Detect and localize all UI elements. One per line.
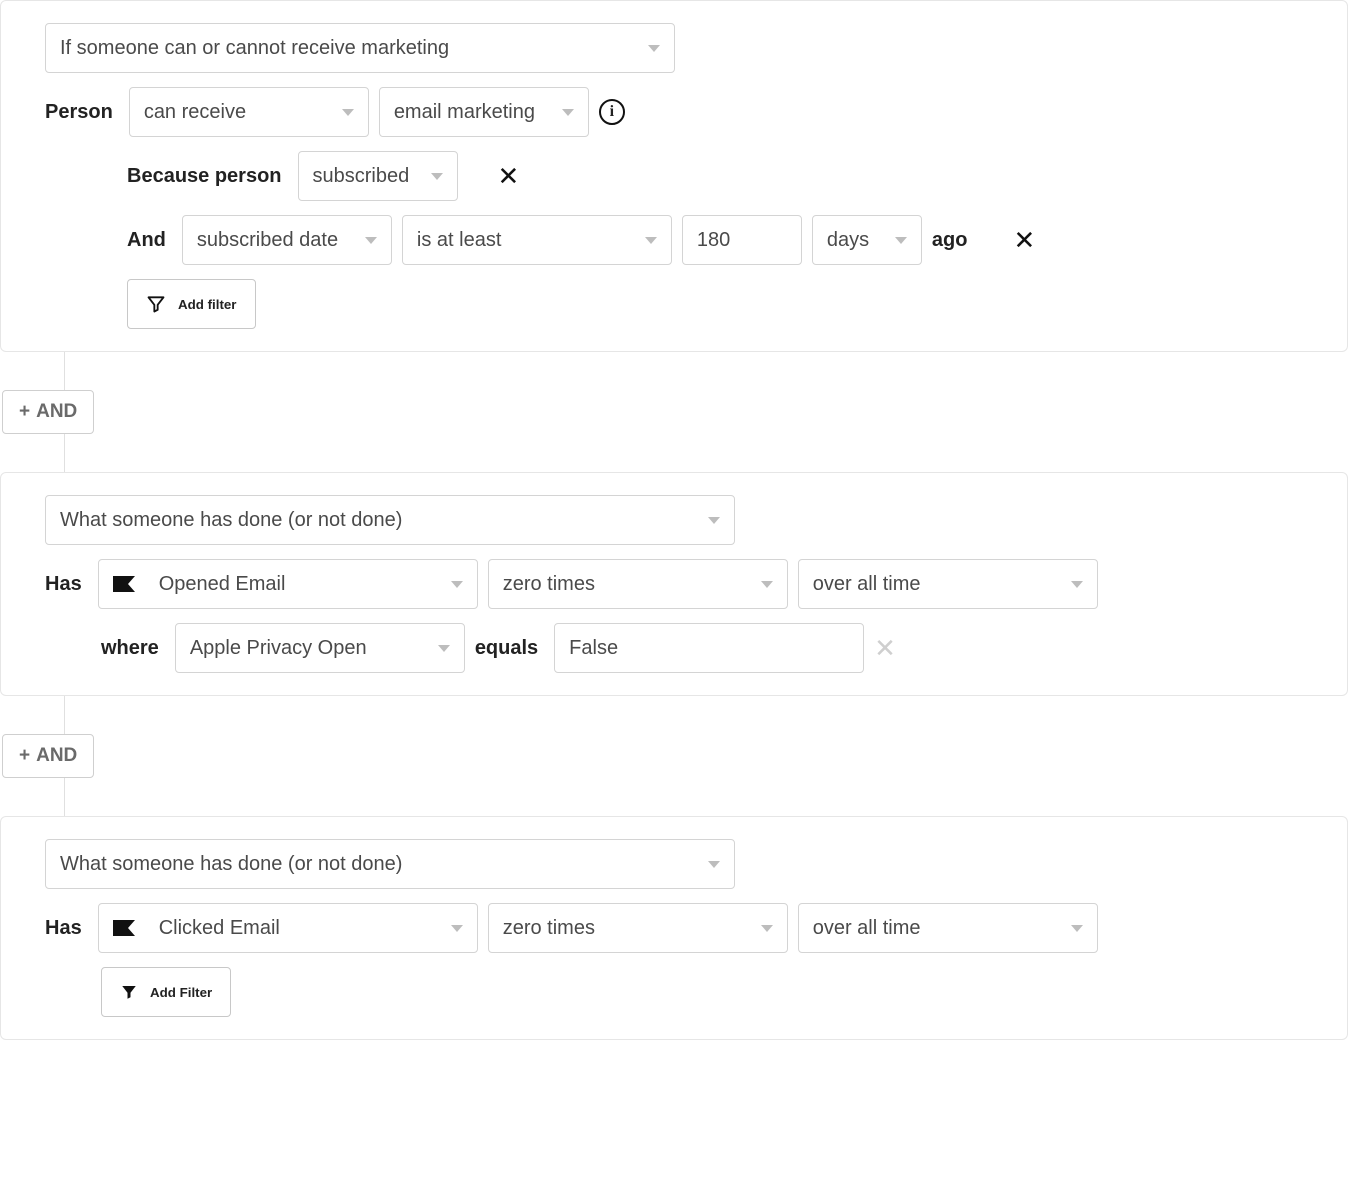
condition-block-3: What someone has done (or not done) Has … (0, 816, 1348, 1040)
chevron-down-icon (761, 925, 773, 932)
chevron-down-icon (648, 45, 660, 52)
chevron-down-icon (451, 581, 463, 588)
times-select[interactable]: zero times (488, 903, 788, 953)
chevron-down-icon (438, 645, 450, 652)
unit-value: days (827, 229, 881, 252)
chevron-down-icon (895, 237, 907, 244)
chevron-down-icon (431, 173, 443, 180)
plus-icon: + (19, 745, 30, 767)
flag-icon (113, 920, 135, 936)
metric-select[interactable]: Clicked Email (98, 903, 478, 953)
plus-icon: + (19, 401, 30, 423)
can-receive-value: can receive (144, 101, 328, 124)
add-filter-label: Add filter (178, 297, 237, 312)
chevron-down-icon (365, 237, 377, 244)
times-value: zero times (503, 573, 747, 596)
and-connector: + AND (0, 352, 1348, 472)
and-connector: + AND (0, 696, 1348, 816)
times-select[interactable]: zero times (488, 559, 788, 609)
because-select[interactable]: subscribed (298, 151, 458, 201)
and-button[interactable]: + AND (2, 390, 94, 434)
and-label: AND (36, 745, 77, 767)
and-label: And (127, 229, 166, 252)
where-field-select[interactable]: Apple Privacy Open (175, 623, 465, 673)
and-button[interactable]: + AND (2, 734, 94, 778)
where-value-input[interactable] (554, 623, 864, 673)
chevron-down-icon (708, 517, 720, 524)
metric-value: Opened Email (159, 573, 437, 596)
because-value: subscribed (313, 165, 417, 188)
filter-icon (146, 294, 166, 314)
close-icon[interactable]: ✕ (874, 635, 896, 661)
has-label: Has (45, 917, 82, 940)
chevron-down-icon (562, 109, 574, 116)
add-filter-button[interactable]: Add Filter (101, 967, 231, 1017)
condition-block-2: What someone has done (or not done) Has … (0, 472, 1348, 696)
unit-select[interactable]: days (812, 215, 922, 265)
comparator-value: is at least (417, 229, 631, 252)
condition-type-label: If someone can or cannot receive marketi… (60, 37, 634, 60)
close-icon[interactable]: ✕ (1013, 227, 1035, 253)
condition-type-select[interactable]: If someone can or cannot receive marketi… (45, 23, 675, 73)
metric-select[interactable]: Opened Email (98, 559, 478, 609)
chevron-down-icon (645, 237, 657, 244)
channel-value: email marketing (394, 101, 548, 124)
channel-select[interactable]: email marketing (379, 87, 589, 137)
metric-value: Clicked Email (159, 917, 437, 940)
timeframe-select[interactable]: over all time (798, 903, 1098, 953)
has-label: Has (45, 573, 82, 596)
where-field-value: Apple Privacy Open (190, 637, 424, 660)
can-receive-select[interactable]: can receive (129, 87, 369, 137)
timeframe-value: over all time (813, 917, 1057, 940)
filter-icon (120, 983, 138, 1001)
times-value: zero times (503, 917, 747, 940)
chevron-down-icon (1071, 581, 1083, 588)
timeframe-select[interactable]: over all time (798, 559, 1098, 609)
close-icon[interactable]: ✕ (498, 163, 520, 189)
because-person-label: Because person (127, 165, 282, 188)
chevron-down-icon (708, 861, 720, 868)
chevron-down-icon (342, 109, 354, 116)
ago-label: ago (932, 229, 968, 252)
condition-type-label: What someone has done (or not done) (60, 509, 694, 532)
chevron-down-icon (451, 925, 463, 932)
timeframe-value: over all time (813, 573, 1057, 596)
condition-type-select[interactable]: What someone has done (or not done) (45, 839, 735, 889)
condition-type-label: What someone has done (or not done) (60, 853, 694, 876)
add-filter-button[interactable]: Add filter (127, 279, 256, 329)
equals-label: equals (475, 637, 538, 660)
add-filter-label: Add Filter (150, 985, 212, 1000)
value-input[interactable] (682, 215, 802, 265)
comparator-select[interactable]: is at least (402, 215, 672, 265)
where-label: where (101, 637, 159, 660)
condition-type-select[interactable]: What someone has done (or not done) (45, 495, 735, 545)
and-label: AND (36, 401, 77, 423)
date-field-value: subscribed date (197, 229, 351, 252)
flag-icon (113, 576, 135, 592)
date-field-select[interactable]: subscribed date (182, 215, 392, 265)
info-icon[interactable]: i (599, 99, 625, 125)
chevron-down-icon (1071, 925, 1083, 932)
chevron-down-icon (761, 581, 773, 588)
condition-block-1: If someone can or cannot receive marketi… (0, 0, 1348, 352)
person-label: Person (45, 101, 113, 124)
